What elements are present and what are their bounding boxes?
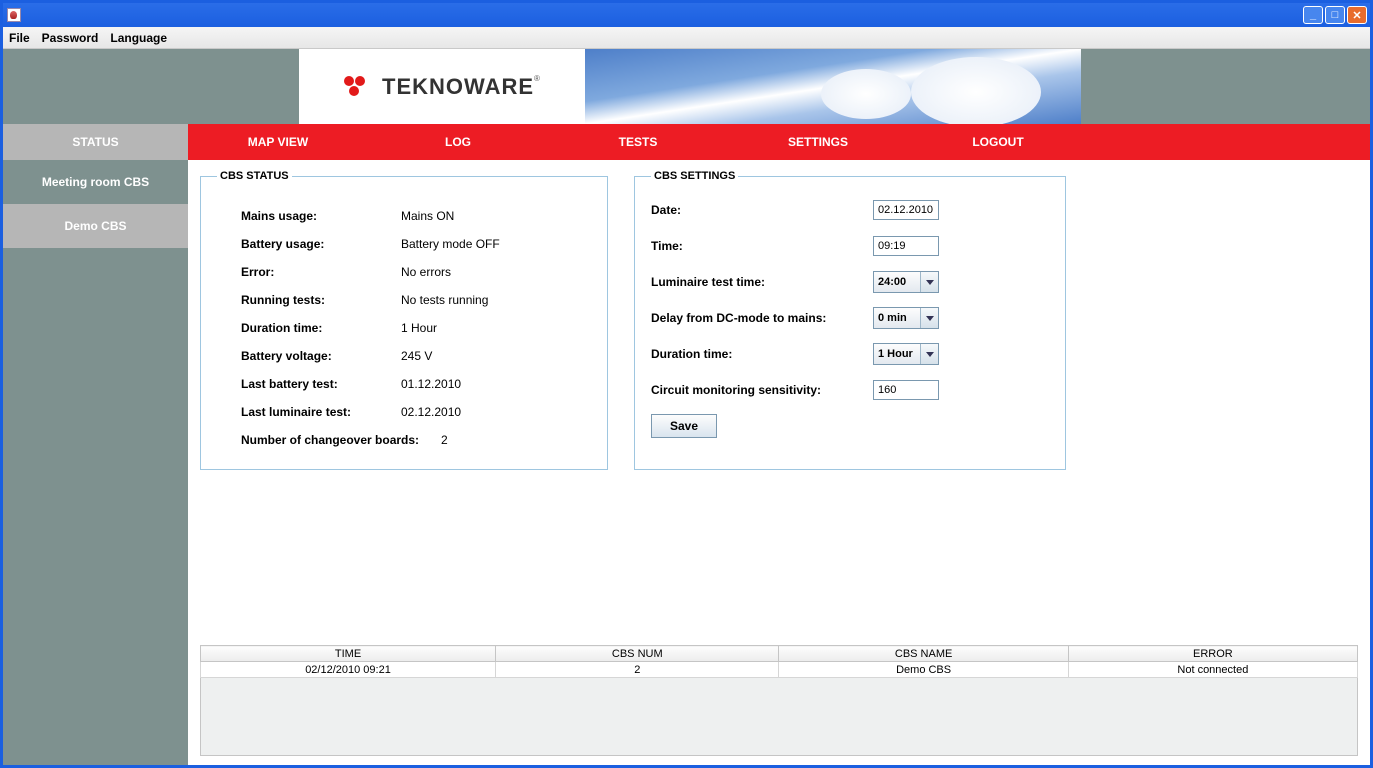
tab-logout[interactable]: LOGOUT (908, 124, 1088, 160)
cbs-status-box: CBS STATUS Mains usage:Mains ON Battery … (200, 170, 608, 470)
tab-settings[interactable]: SETTINGS (728, 124, 908, 160)
menu-file[interactable]: File (9, 31, 30, 45)
settings-date-input[interactable]: 02.12.2010 (873, 200, 939, 220)
tab-log[interactable]: LOG (368, 124, 548, 160)
cell-error: Not connected (1068, 662, 1357, 678)
cbs-status-title: CBS STATUS (217, 170, 292, 182)
error-table-header-error[interactable]: ERROR (1068, 646, 1357, 662)
banner-sky (585, 49, 1081, 124)
settings-sensitivity-label: Circuit monitoring sensitivity: (651, 383, 873, 397)
status-label: Error: (241, 265, 401, 279)
status-label: Battery usage: (241, 237, 401, 251)
error-table-header-cbsname[interactable]: CBS NAME (779, 646, 1068, 662)
error-table-filler (200, 678, 1358, 756)
close-button[interactable]: ✕ (1347, 6, 1367, 24)
sidebar-item-demo-cbs[interactable]: Demo CBS (3, 204, 188, 248)
menu-password[interactable]: Password (42, 31, 99, 45)
status-value: 2 (441, 433, 448, 447)
settings-luminaire-label: Luminaire test time: (651, 275, 873, 289)
status-label: Running tests: (241, 293, 401, 307)
settings-luminaire-combo[interactable]: 24:00 (873, 271, 939, 293)
chevron-down-icon (920, 344, 938, 364)
titlebar: _ □ ✕ (3, 3, 1370, 27)
chevron-down-icon (920, 308, 938, 328)
main: Meeting room CBS Demo CBS CBS STATUS Mai… (3, 160, 1370, 765)
sidebar: Meeting room CBS Demo CBS (3, 160, 188, 765)
status-label: Number of changeover boards: (241, 433, 441, 447)
logo-icon (344, 76, 374, 98)
error-table-row[interactable]: 02/12/2010 09:21 2 Demo CBS Not connecte… (201, 662, 1358, 678)
brand-logo: TEKNOWARE® (299, 49, 585, 124)
chevron-down-icon (920, 272, 938, 292)
settings-date-label: Date: (651, 203, 873, 217)
save-button[interactable]: Save (651, 414, 717, 438)
settings-duration-combo[interactable]: 1 Hour (873, 343, 939, 365)
java-icon (7, 8, 21, 22)
status-value: 01.12.2010 (401, 377, 461, 391)
error-table: TIME CBS NUM CBS NAME ERROR 02/12/2010 0… (200, 645, 1358, 678)
settings-delay-combo[interactable]: 0 min (873, 307, 939, 329)
status-value: 245 V (401, 349, 432, 363)
status-value: 02.12.2010 (401, 405, 461, 419)
maximize-button[interactable]: □ (1325, 6, 1345, 24)
status-label: Mains usage: (241, 209, 401, 223)
app-window: _ □ ✕ File Password Language TEKNOWARE® … (0, 0, 1373, 768)
status-label: Last battery test: (241, 377, 401, 391)
settings-delay-label: Delay from DC-mode to mains: (651, 311, 873, 325)
sidebar-item-label: Demo CBS (64, 219, 126, 233)
status-label: Last luminaire test: (241, 405, 401, 419)
error-table-area: TIME CBS NUM CBS NAME ERROR 02/12/2010 0… (200, 645, 1358, 765)
tab-mapview[interactable]: MAP VIEW (188, 124, 368, 160)
settings-duration-label: Duration time: (651, 347, 873, 361)
settings-time-input[interactable]: 09:19 (873, 236, 939, 256)
cell-cbsname: Demo CBS (779, 662, 1068, 678)
status-value: Battery mode OFF (401, 237, 500, 251)
tab-tests[interactable]: TESTS (548, 124, 728, 160)
tab-status[interactable]: STATUS (3, 124, 188, 160)
brand-name: TEKNOWARE (382, 74, 534, 99)
content: CBS STATUS Mains usage:Mains ON Battery … (188, 160, 1370, 765)
menubar: File Password Language (3, 27, 1370, 49)
status-value: Mains ON (401, 209, 454, 223)
cell-time: 02/12/2010 09:21 (201, 662, 496, 678)
error-table-header-time[interactable]: TIME (201, 646, 496, 662)
cell-cbsnum: 2 (496, 662, 779, 678)
banner: TEKNOWARE® (3, 49, 1370, 124)
cbs-settings-box: CBS SETTINGS Date: 02.12.2010 Time: 09:1… (634, 170, 1066, 470)
sidebar-item-meeting-room-cbs[interactable]: Meeting room CBS (3, 160, 188, 204)
status-label: Duration time: (241, 321, 401, 335)
status-label: Battery voltage: (241, 349, 401, 363)
settings-time-label: Time: (651, 239, 873, 253)
status-value: No errors (401, 265, 451, 279)
error-table-header-cbsnum[interactable]: CBS NUM (496, 646, 779, 662)
sidebar-item-label: Meeting room CBS (42, 175, 149, 189)
status-value: No tests running (401, 293, 488, 307)
menu-language[interactable]: Language (110, 31, 167, 45)
settings-sensitivity-input[interactable]: 160 (873, 380, 939, 400)
minimize-button[interactable]: _ (1303, 6, 1323, 24)
cbs-settings-title: CBS SETTINGS (651, 170, 738, 182)
status-value: 1 Hour (401, 321, 437, 335)
tabs: STATUS MAP VIEW LOG TESTS SETTINGS LOGOU… (3, 124, 1370, 160)
